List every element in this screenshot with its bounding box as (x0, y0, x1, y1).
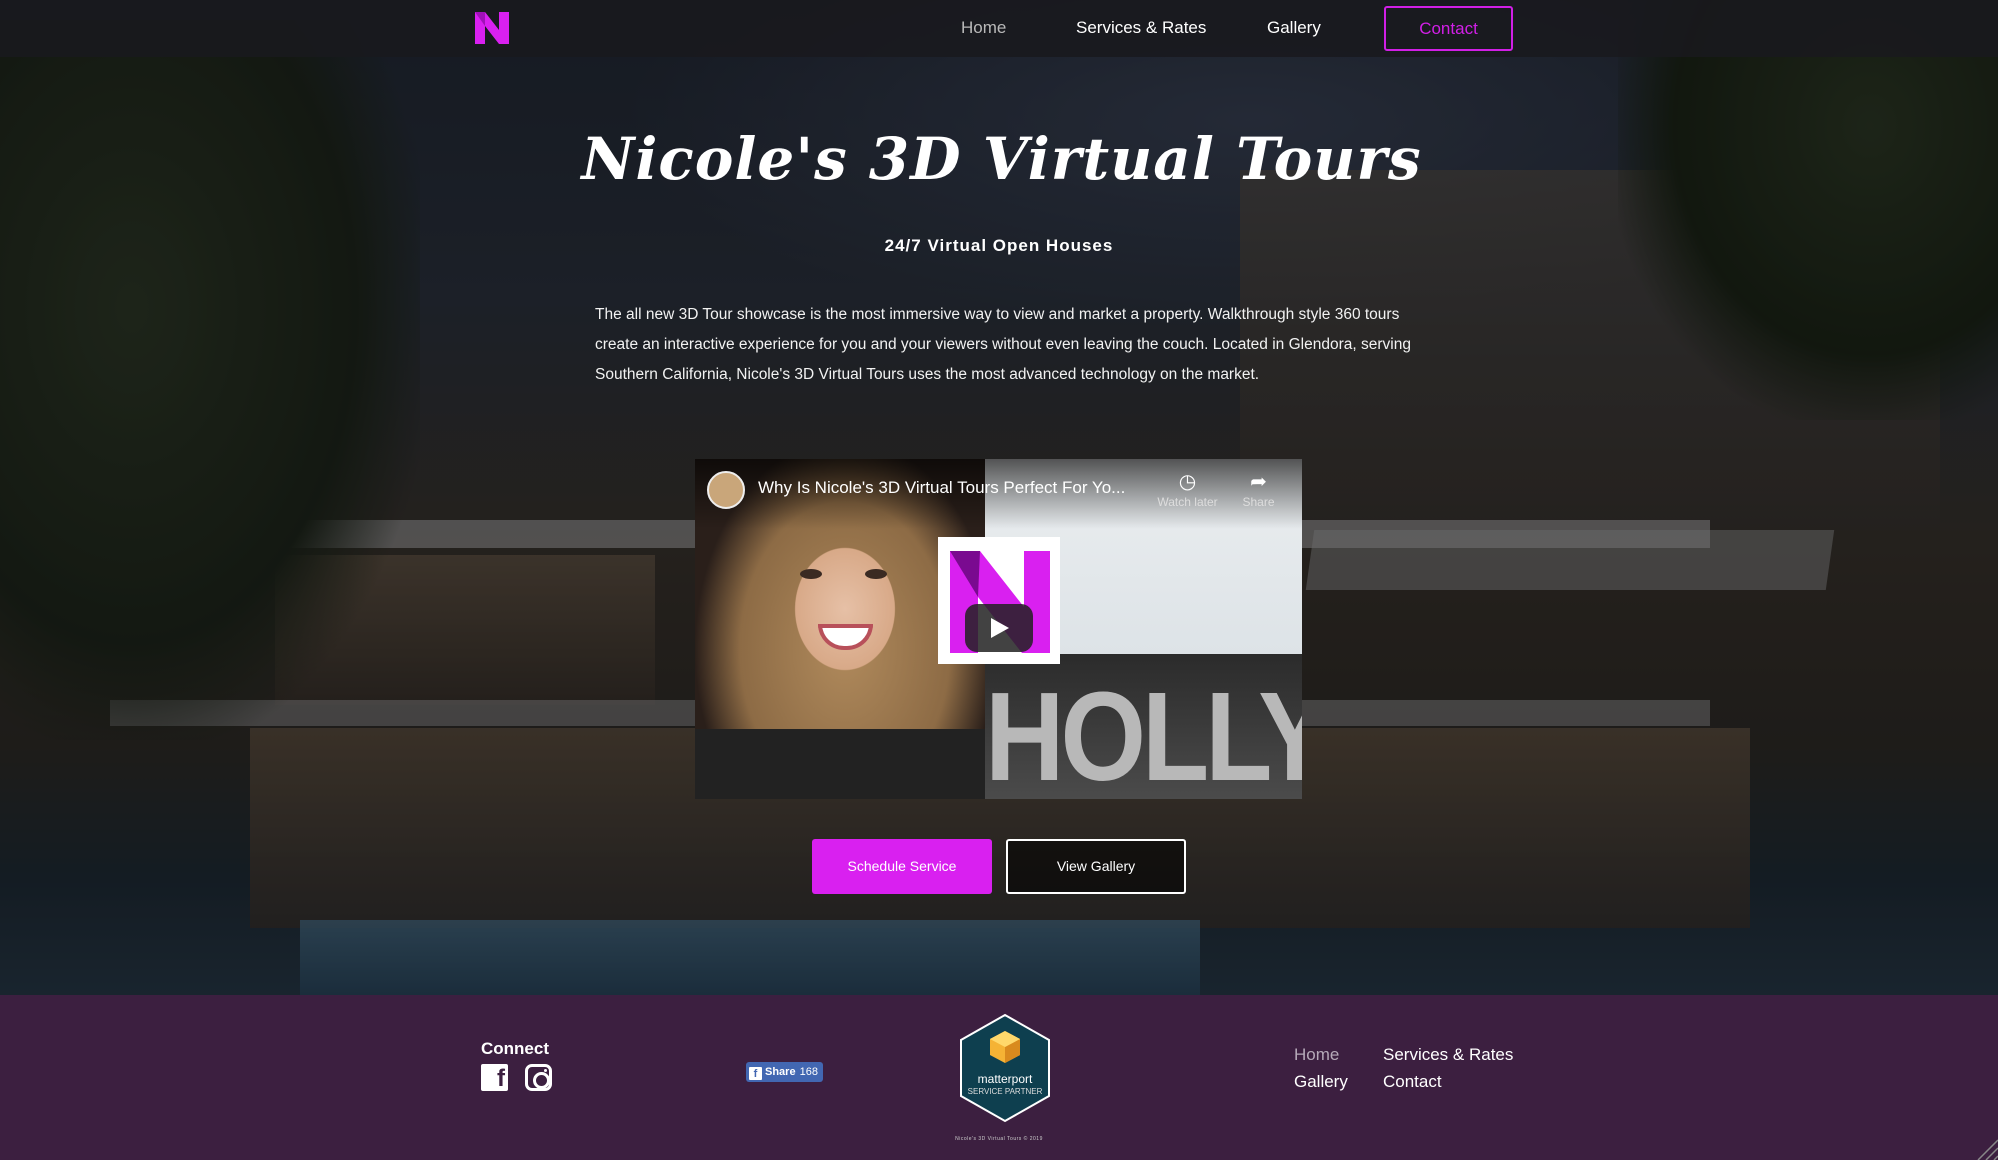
top-nav: Home Services & Rates Gallery Contact (0, 0, 1998, 57)
person-mouth (818, 624, 873, 650)
connect-heading: Connect (481, 1039, 549, 1058)
matterport-label: matterport (977, 1072, 1033, 1086)
video-background-text: HOLLYW (985, 666, 1302, 799)
person-eye (865, 569, 887, 579)
person-shirt (695, 729, 985, 799)
footer-link-contact[interactable]: Contact (1383, 1072, 1442, 1092)
matterport-badge-icon (960, 1013, 1050, 1123)
clock-icon: ◷ (1178, 471, 1197, 493)
view-gallery-button[interactable]: View Gallery (1006, 839, 1186, 894)
channel-avatar[interactable] (707, 471, 745, 509)
footer-link-home[interactable]: Home (1294, 1045, 1339, 1065)
instagram-icon[interactable] (525, 1064, 552, 1091)
nav-services-rates[interactable]: Services & Rates (1076, 18, 1206, 38)
nav-contact-button[interactable]: Contact (1384, 6, 1513, 51)
facebook-share-button[interactable]: f Share 168 (746, 1062, 823, 1082)
page-subtitle: 24/7 Virtual Open Houses (884, 236, 1114, 255)
share-label: Share (1242, 495, 1275, 509)
video-title[interactable]: Why Is Nicole's 3D Virtual Tours Perfect… (758, 478, 1158, 498)
watch-later-button[interactable]: ◷ Watch later (1150, 469, 1225, 509)
copyright: Nicole's 3D Virtual Tours © 2019 (955, 1136, 1043, 1142)
matterport-sublabel: SERVICE PARTNER (967, 1087, 1043, 1096)
watch-later-label: Watch later (1157, 495, 1218, 509)
facebook-icon[interactable]: f (481, 1064, 508, 1092)
play-icon[interactable] (965, 604, 1033, 652)
share-arrow-icon: ➦ (1250, 471, 1267, 493)
person-eye (800, 569, 822, 579)
nav-gallery[interactable]: Gallery (1267, 18, 1321, 38)
fb-share-label: Share (765, 1066, 796, 1078)
schedule-service-button[interactable]: Schedule Service (812, 839, 992, 894)
nav-home[interactable]: Home (961, 18, 1006, 38)
page-title: Nicole's 3D Virtual Tours (581, 125, 1422, 193)
hero-description: The all new 3D Tour showcase is the most… (595, 306, 1411, 383)
video-share-button[interactable]: ➦ Share (1221, 469, 1296, 509)
footer-link-gallery[interactable]: Gallery (1294, 1072, 1348, 1092)
n-logo-icon[interactable] (475, 12, 509, 44)
resize-grip-icon[interactable] (1974, 1136, 1998, 1160)
video-embed[interactable]: HOLLYW Why Is Nicole's 3D Virtual Tours … (695, 459, 1302, 799)
footer-link-services-rates[interactable]: Services & Rates (1383, 1045, 1513, 1065)
fb-share-count: 168 (799, 1066, 818, 1078)
facebook-small-icon: f (749, 1067, 762, 1080)
